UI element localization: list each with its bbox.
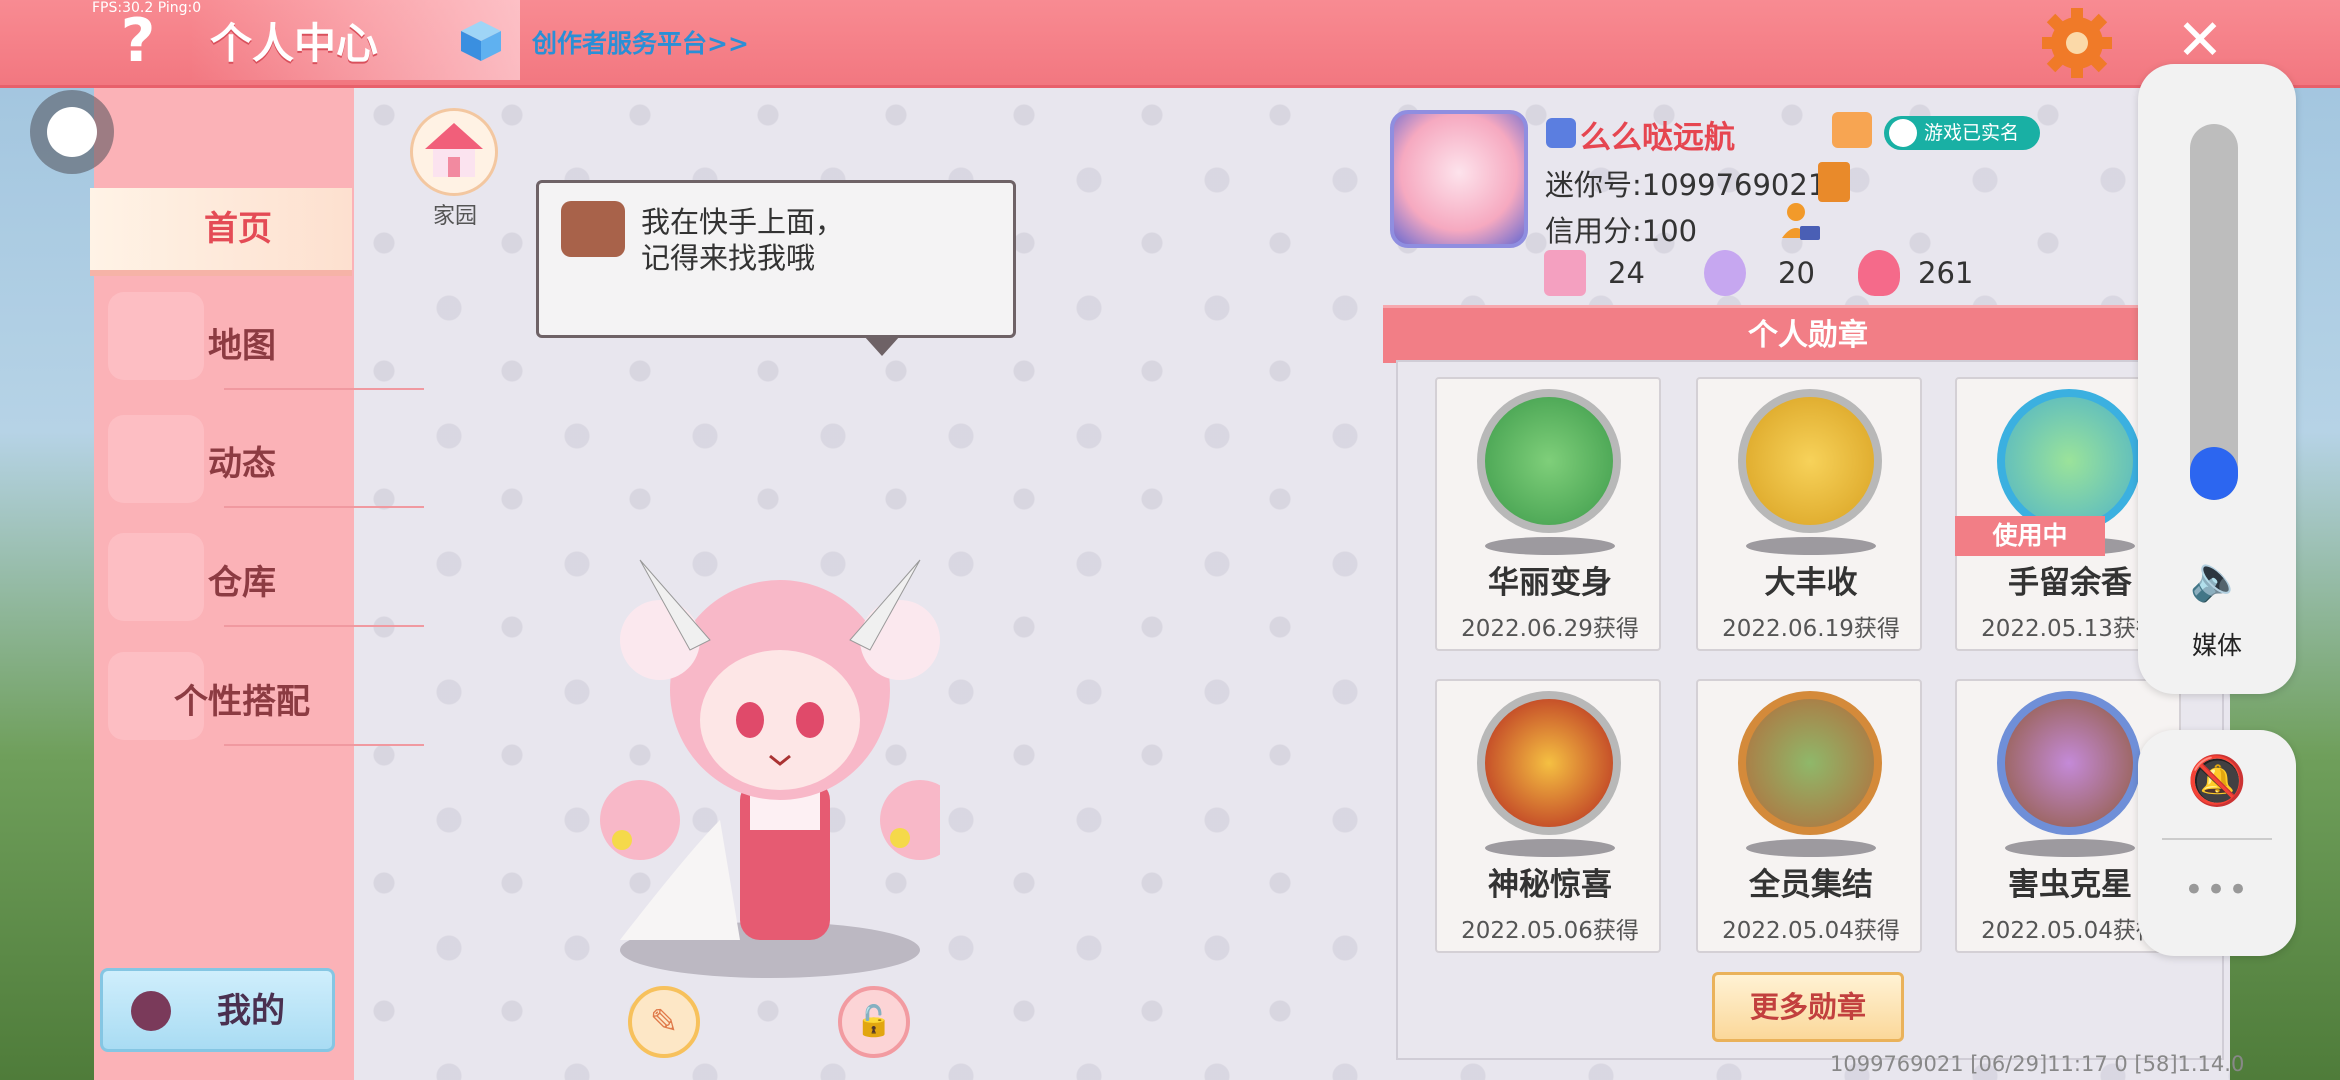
bubble-text-line2: 记得来找我哦	[641, 241, 816, 275]
kuaishou-icon	[561, 201, 625, 257]
medal-image	[1997, 389, 2141, 533]
profile-avatar[interactable]	[1390, 110, 1528, 248]
medal-image	[1738, 389, 1882, 533]
sidebar-item-label: 首页	[204, 209, 272, 249]
flame-icon	[1858, 250, 1900, 296]
divider	[224, 506, 424, 508]
medal-name: 全员集结	[1749, 867, 1873, 903]
cube-icon	[461, 21, 501, 61]
medal-date: 2022.05.04获得	[1722, 918, 1900, 944]
medal-shadow	[1485, 839, 1615, 857]
speech-bubble: 我在快手上面， 记得来找我哦	[536, 180, 1016, 338]
mine-label: 我的	[217, 991, 285, 1031]
username: 么么哒远航	[1580, 120, 1735, 156]
medal-image	[1477, 691, 1621, 835]
more-medals-button[interactable]: 更多勋章	[1712, 972, 1904, 1042]
account-card-icon[interactable]	[1778, 200, 1822, 244]
top-bar: FPS:30.2 Ping:0 ? 个人中心 创作者服务平台>> ✕	[0, 0, 2340, 88]
vip-badge-icon	[1546, 118, 1576, 148]
creator-platform-link[interactable]: 创作者服务平台>>	[532, 24, 749, 60]
stat-value: 24	[1608, 256, 1645, 290]
mine-avatar-icon	[131, 991, 171, 1031]
divider	[2162, 838, 2272, 840]
divider	[224, 388, 424, 390]
medal-date: 2022.05.06获得	[1461, 918, 1639, 944]
sidebar: 首页 地图 动态 仓库 个性搭配	[90, 85, 424, 1080]
video-icon[interactable]	[1832, 112, 1872, 148]
medal-card[interactable]: 全员集结 2022.05.04获得	[1696, 679, 1922, 953]
edit-pencil-button[interactable]	[628, 986, 700, 1058]
medal-image	[1997, 691, 2141, 835]
volume-slider[interactable]	[2190, 124, 2238, 500]
medal-card[interactable]: 神秘惊喜 2022.05.06获得	[1435, 679, 1661, 953]
mini-id: 迷你号:1099769021	[1545, 168, 1827, 202]
more-medals-label: 更多勋章	[1749, 990, 1866, 1024]
cheer-icon	[1704, 250, 1746, 296]
mine-button[interactable]: 我的	[100, 968, 335, 1052]
more-options-icon[interactable]: •••	[2138, 870, 2296, 910]
medal-image	[1477, 389, 1621, 533]
stat-value: 261	[1918, 256, 1974, 290]
volume-fill	[2190, 447, 2238, 500]
medal-shadow	[1485, 537, 1615, 555]
medal-card[interactable]: 华丽变身 2022.06.29获得	[1435, 377, 1661, 651]
medal-shadow	[2005, 839, 2135, 857]
medal-date: 2022.06.19获得	[1722, 616, 1900, 642]
person-check-icon	[1889, 119, 1917, 147]
player-character	[600, 559, 940, 978]
home-button[interactable]	[410, 108, 498, 196]
divider	[224, 744, 424, 746]
medal-name: 神秘惊喜	[1488, 867, 1612, 903]
medal-card[interactable]: 大丰收 2022.06.19获得	[1696, 377, 1922, 651]
speaker-icon[interactable]: 🔈	[2138, 552, 2296, 604]
divider	[224, 625, 424, 627]
medal-section-title: 个人勋章	[1748, 318, 1868, 353]
home-label: 家园	[432, 204, 477, 229]
gear-icon[interactable]	[2040, 6, 2114, 80]
medal-image	[1738, 691, 1882, 835]
plus-bookmark-icon	[1544, 250, 1586, 296]
floating-assistive-ring[interactable]	[30, 90, 114, 174]
medal-shadow	[1746, 839, 1876, 857]
media-label: 媒体	[2191, 631, 2242, 660]
page-title: 个人中心	[210, 19, 379, 68]
ringer-panel: 🔕 •••	[2138, 730, 2296, 956]
credit-score: 信用分:100	[1545, 214, 1698, 248]
medal-name: 大丰收	[1764, 565, 1858, 601]
medal-header: 个人勋章	[1383, 305, 2233, 363]
bell-off-icon[interactable]: 🔕	[2138, 752, 2296, 809]
volume-panel: 🔈 媒体	[2138, 64, 2296, 694]
house-icon	[425, 123, 483, 177]
medal-name: 华丽变身	[1488, 565, 1612, 601]
copy-icon[interactable]	[1818, 162, 1850, 202]
medal-date: 2022.06.29获得	[1461, 616, 1639, 642]
build-info: 1099769021 [06/29]11:17 0 [58]1.14.0	[1830, 1052, 2245, 1076]
stat-value: 20	[1778, 256, 1815, 290]
medal-shadow	[1746, 537, 1876, 555]
sidebar-item-home[interactable]: 首页	[90, 188, 352, 276]
help-icon[interactable]: ?	[108, 6, 168, 76]
bubble-tail	[864, 336, 900, 356]
unlock-button[interactable]	[838, 986, 910, 1058]
in-use-badge: 使用中	[1955, 516, 2105, 556]
